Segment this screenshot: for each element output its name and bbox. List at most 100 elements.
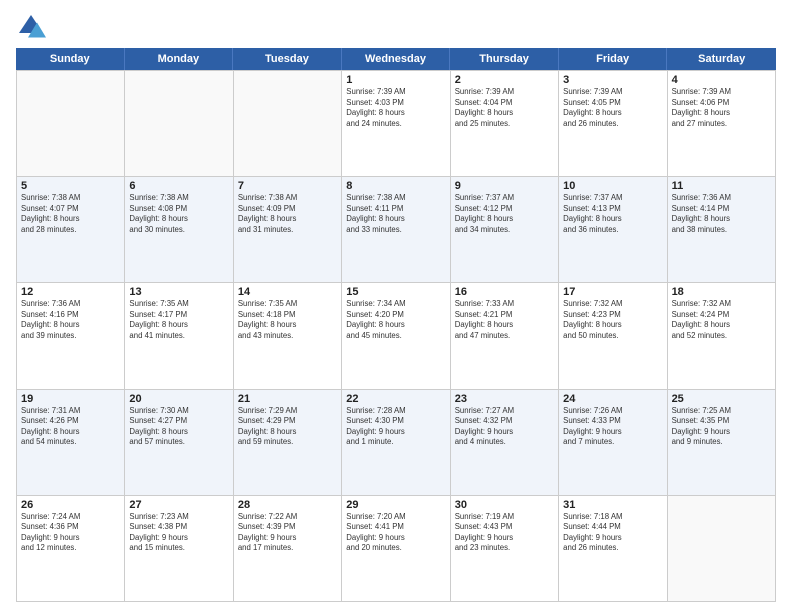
day-number: 9 xyxy=(455,180,554,192)
day-number: 21 xyxy=(238,393,337,405)
day-info: Sunrise: 7:20 AM Sunset: 4:41 PM Dayligh… xyxy=(346,512,445,554)
day-info: Sunrise: 7:35 AM Sunset: 4:17 PM Dayligh… xyxy=(129,299,228,341)
calendar-cell: 29Sunrise: 7:20 AM Sunset: 4:41 PM Dayli… xyxy=(342,496,450,602)
day-number: 30 xyxy=(455,499,554,511)
day-number: 3 xyxy=(563,74,662,86)
weekday-header-tuesday: Tuesday xyxy=(233,48,342,70)
calendar-cell xyxy=(17,71,125,177)
weekday-header-monday: Monday xyxy=(125,48,234,70)
calendar-cell: 3Sunrise: 7:39 AM Sunset: 4:05 PM Daylig… xyxy=(559,71,667,177)
day-info: Sunrise: 7:19 AM Sunset: 4:43 PM Dayligh… xyxy=(455,512,554,554)
weekday-header-thursday: Thursday xyxy=(450,48,559,70)
day-info: Sunrise: 7:24 AM Sunset: 4:36 PM Dayligh… xyxy=(21,512,120,554)
day-number: 28 xyxy=(238,499,337,511)
calendar-cell: 26Sunrise: 7:24 AM Sunset: 4:36 PM Dayli… xyxy=(17,496,125,602)
calendar-cell: 20Sunrise: 7:30 AM Sunset: 4:27 PM Dayli… xyxy=(125,390,233,496)
calendar-row-4: 26Sunrise: 7:24 AM Sunset: 4:36 PM Dayli… xyxy=(17,496,776,602)
day-info: Sunrise: 7:27 AM Sunset: 4:32 PM Dayligh… xyxy=(455,406,554,448)
day-number: 11 xyxy=(672,180,771,192)
day-number: 20 xyxy=(129,393,228,405)
calendar-cell: 5Sunrise: 7:38 AM Sunset: 4:07 PM Daylig… xyxy=(17,177,125,283)
day-info: Sunrise: 7:32 AM Sunset: 4:24 PM Dayligh… xyxy=(672,299,771,341)
day-info: Sunrise: 7:26 AM Sunset: 4:33 PM Dayligh… xyxy=(563,406,662,448)
day-number: 16 xyxy=(455,286,554,298)
day-info: Sunrise: 7:31 AM Sunset: 4:26 PM Dayligh… xyxy=(21,406,120,448)
day-number: 31 xyxy=(563,499,662,511)
day-info: Sunrise: 7:22 AM Sunset: 4:39 PM Dayligh… xyxy=(238,512,337,554)
calendar-cell xyxy=(125,71,233,177)
day-number: 8 xyxy=(346,180,445,192)
calendar-cell: 27Sunrise: 7:23 AM Sunset: 4:38 PM Dayli… xyxy=(125,496,233,602)
day-number: 25 xyxy=(672,393,771,405)
calendar-cell: 16Sunrise: 7:33 AM Sunset: 4:21 PM Dayli… xyxy=(451,283,559,389)
calendar-cell: 19Sunrise: 7:31 AM Sunset: 4:26 PM Dayli… xyxy=(17,390,125,496)
calendar-cell: 25Sunrise: 7:25 AM Sunset: 4:35 PM Dayli… xyxy=(668,390,776,496)
day-number: 1 xyxy=(346,74,445,86)
day-number: 24 xyxy=(563,393,662,405)
calendar-cell: 15Sunrise: 7:34 AM Sunset: 4:20 PM Dayli… xyxy=(342,283,450,389)
day-info: Sunrise: 7:25 AM Sunset: 4:35 PM Dayligh… xyxy=(672,406,771,448)
calendar-cell: 17Sunrise: 7:32 AM Sunset: 4:23 PM Dayli… xyxy=(559,283,667,389)
day-number: 22 xyxy=(346,393,445,405)
weekday-header-friday: Friday xyxy=(559,48,668,70)
day-info: Sunrise: 7:23 AM Sunset: 4:38 PM Dayligh… xyxy=(129,512,228,554)
day-number: 23 xyxy=(455,393,554,405)
day-info: Sunrise: 7:30 AM Sunset: 4:27 PM Dayligh… xyxy=(129,406,228,448)
day-number: 18 xyxy=(672,286,771,298)
day-info: Sunrise: 7:39 AM Sunset: 4:03 PM Dayligh… xyxy=(346,87,445,129)
day-info: Sunrise: 7:36 AM Sunset: 4:14 PM Dayligh… xyxy=(672,193,771,235)
calendar-row-3: 19Sunrise: 7:31 AM Sunset: 4:26 PM Dayli… xyxy=(17,390,776,496)
calendar: SundayMondayTuesdayWednesdayThursdayFrid… xyxy=(16,48,776,602)
weekday-header-wednesday: Wednesday xyxy=(342,48,451,70)
page: SundayMondayTuesdayWednesdayThursdayFrid… xyxy=(0,0,792,612)
header xyxy=(16,12,776,42)
calendar-cell: 8Sunrise: 7:38 AM Sunset: 4:11 PM Daylig… xyxy=(342,177,450,283)
day-info: Sunrise: 7:35 AM Sunset: 4:18 PM Dayligh… xyxy=(238,299,337,341)
calendar-body: 1Sunrise: 7:39 AM Sunset: 4:03 PM Daylig… xyxy=(16,70,776,602)
day-info: Sunrise: 7:33 AM Sunset: 4:21 PM Dayligh… xyxy=(455,299,554,341)
calendar-cell: 12Sunrise: 7:36 AM Sunset: 4:16 PM Dayli… xyxy=(17,283,125,389)
day-info: Sunrise: 7:32 AM Sunset: 4:23 PM Dayligh… xyxy=(563,299,662,341)
day-info: Sunrise: 7:39 AM Sunset: 4:05 PM Dayligh… xyxy=(563,87,662,129)
calendar-cell: 1Sunrise: 7:39 AM Sunset: 4:03 PM Daylig… xyxy=(342,71,450,177)
day-number: 13 xyxy=(129,286,228,298)
day-info: Sunrise: 7:39 AM Sunset: 4:06 PM Dayligh… xyxy=(672,87,771,129)
calendar-row-1: 5Sunrise: 7:38 AM Sunset: 4:07 PM Daylig… xyxy=(17,177,776,283)
calendar-row-0: 1Sunrise: 7:39 AM Sunset: 4:03 PM Daylig… xyxy=(17,71,776,177)
calendar-cell: 14Sunrise: 7:35 AM Sunset: 4:18 PM Dayli… xyxy=(234,283,342,389)
day-number: 10 xyxy=(563,180,662,192)
day-info: Sunrise: 7:37 AM Sunset: 4:12 PM Dayligh… xyxy=(455,193,554,235)
calendar-cell: 9Sunrise: 7:37 AM Sunset: 4:12 PM Daylig… xyxy=(451,177,559,283)
day-number: 4 xyxy=(672,74,771,86)
calendar-cell: 18Sunrise: 7:32 AM Sunset: 4:24 PM Dayli… xyxy=(668,283,776,389)
day-number: 19 xyxy=(21,393,120,405)
day-info: Sunrise: 7:38 AM Sunset: 4:09 PM Dayligh… xyxy=(238,193,337,235)
calendar-cell: 4Sunrise: 7:39 AM Sunset: 4:06 PM Daylig… xyxy=(668,71,776,177)
day-info: Sunrise: 7:18 AM Sunset: 4:44 PM Dayligh… xyxy=(563,512,662,554)
day-info: Sunrise: 7:28 AM Sunset: 4:30 PM Dayligh… xyxy=(346,406,445,448)
day-number: 17 xyxy=(563,286,662,298)
calendar-cell xyxy=(668,496,776,602)
day-number: 26 xyxy=(21,499,120,511)
calendar-cell: 23Sunrise: 7:27 AM Sunset: 4:32 PM Dayli… xyxy=(451,390,559,496)
calendar-cell: 21Sunrise: 7:29 AM Sunset: 4:29 PM Dayli… xyxy=(234,390,342,496)
logo xyxy=(16,12,50,42)
calendar-cell: 6Sunrise: 7:38 AM Sunset: 4:08 PM Daylig… xyxy=(125,177,233,283)
day-number: 29 xyxy=(346,499,445,511)
calendar-cell: 11Sunrise: 7:36 AM Sunset: 4:14 PM Dayli… xyxy=(668,177,776,283)
day-info: Sunrise: 7:38 AM Sunset: 4:08 PM Dayligh… xyxy=(129,193,228,235)
day-number: 12 xyxy=(21,286,120,298)
day-number: 5 xyxy=(21,180,120,192)
calendar-row-2: 12Sunrise: 7:36 AM Sunset: 4:16 PM Dayli… xyxy=(17,283,776,389)
day-info: Sunrise: 7:38 AM Sunset: 4:07 PM Dayligh… xyxy=(21,193,120,235)
day-info: Sunrise: 7:36 AM Sunset: 4:16 PM Dayligh… xyxy=(21,299,120,341)
calendar-cell xyxy=(234,71,342,177)
day-info: Sunrise: 7:29 AM Sunset: 4:29 PM Dayligh… xyxy=(238,406,337,448)
calendar-cell: 2Sunrise: 7:39 AM Sunset: 4:04 PM Daylig… xyxy=(451,71,559,177)
calendar-cell: 22Sunrise: 7:28 AM Sunset: 4:30 PM Dayli… xyxy=(342,390,450,496)
calendar-cell: 30Sunrise: 7:19 AM Sunset: 4:43 PM Dayli… xyxy=(451,496,559,602)
day-number: 15 xyxy=(346,286,445,298)
day-number: 7 xyxy=(238,180,337,192)
calendar-cell: 31Sunrise: 7:18 AM Sunset: 4:44 PM Dayli… xyxy=(559,496,667,602)
calendar-cell: 28Sunrise: 7:22 AM Sunset: 4:39 PM Dayli… xyxy=(234,496,342,602)
